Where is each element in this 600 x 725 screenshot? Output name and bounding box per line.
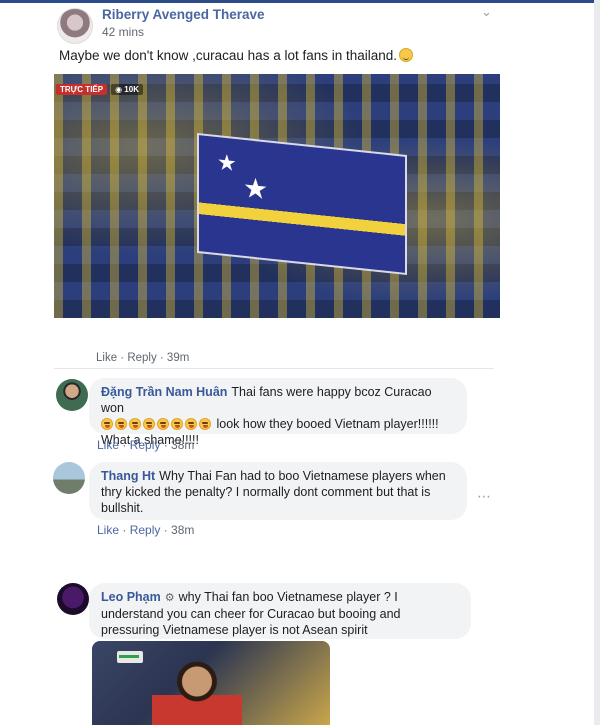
comment-bubble: Thang Ht Why Thai Fan had to boo Vietname… [89, 462, 467, 520]
laughing-emoji-icon [157, 418, 169, 430]
commenter-name[interactable]: Đặng Trần Nam Huân [101, 385, 227, 399]
commenter-name[interactable]: Thang Ht [101, 469, 155, 483]
feed-post: Riberry Avenged Therave 42 mins ⌄ Maybe … [0, 0, 600, 355]
broadcast-logo-bar [119, 655, 139, 658]
comment-bubble: Đặng Trần Nam Huân Thai fans were happy b… [89, 378, 467, 447]
laughing-emoji-icon [185, 418, 197, 430]
comment-time[interactable]: 38m [171, 438, 194, 452]
like-button[interactable]: Like [97, 523, 119, 537]
post-text: Maybe we don't know ,curacau has a lot f… [59, 48, 414, 63]
laughing-emoji-icon [199, 418, 211, 430]
comment-actions: Like · Reply · 38m [97, 523, 195, 537]
reply-button[interactable]: Reply [130, 438, 161, 452]
post-text-content: Maybe we don't know ,curacau has a lot f… [59, 48, 398, 63]
comment-options-icon[interactable]: ⋯ [477, 488, 491, 505]
laughing-emoji-icon [101, 418, 113, 430]
laughing-emoji-icon [171, 418, 183, 430]
comment-time[interactable]: 38m [171, 523, 194, 537]
reply-button[interactable]: Reply [130, 523, 161, 537]
laughing-emoji-icon [115, 418, 127, 430]
laughing-emoji-icon [129, 418, 141, 430]
laughing-emoji-icon [143, 418, 155, 430]
curacao-flag-image: ★ ★ [197, 132, 407, 276]
flag-star-icon: ★ [217, 149, 237, 177]
globe-icon: ⚙ [164, 592, 175, 604]
previous-comment-actions[interactable]: Like · Reply · 39m [96, 352, 189, 364]
commenter-name[interactable]: Leo Phạm [101, 590, 161, 604]
post-video[interactable]: ★ ★ TRỰC TIẾP ◉ 10K [54, 74, 500, 318]
post-timestamp[interactable]: 42 mins [102, 25, 144, 39]
comment-actions: Like · Reply · 38m [97, 438, 195, 452]
live-label: TRỰC TIẾP [56, 83, 108, 95]
flag-star-icon: ★ [243, 171, 269, 206]
post-author-name[interactable]: Riberry Avenged Therave [102, 7, 265, 22]
player-figure-image [152, 659, 242, 725]
live-badge: TRỰC TIẾP ◉ 10K [56, 82, 143, 96]
like-button[interactable]: Like [97, 438, 119, 452]
comments-divider [54, 368, 494, 369]
comment-attached-image[interactable] [92, 641, 330, 725]
commenter-avatar[interactable] [57, 583, 89, 615]
flushed-face-emoji-icon [399, 48, 414, 62]
viewer-count-value: 10K [124, 84, 139, 94]
commenter-avatar[interactable] [56, 379, 88, 411]
viewer-count: ◉ 10K [111, 83, 143, 95]
post-options-chevron-icon[interactable]: ⌄ [481, 4, 492, 20]
comment-bubble: Leo Phạm ⚙ why Thai fan boo Vietnamese pla… [89, 583, 471, 639]
commenter-avatar[interactable] [53, 462, 85, 494]
post-author-avatar[interactable] [57, 8, 93, 44]
